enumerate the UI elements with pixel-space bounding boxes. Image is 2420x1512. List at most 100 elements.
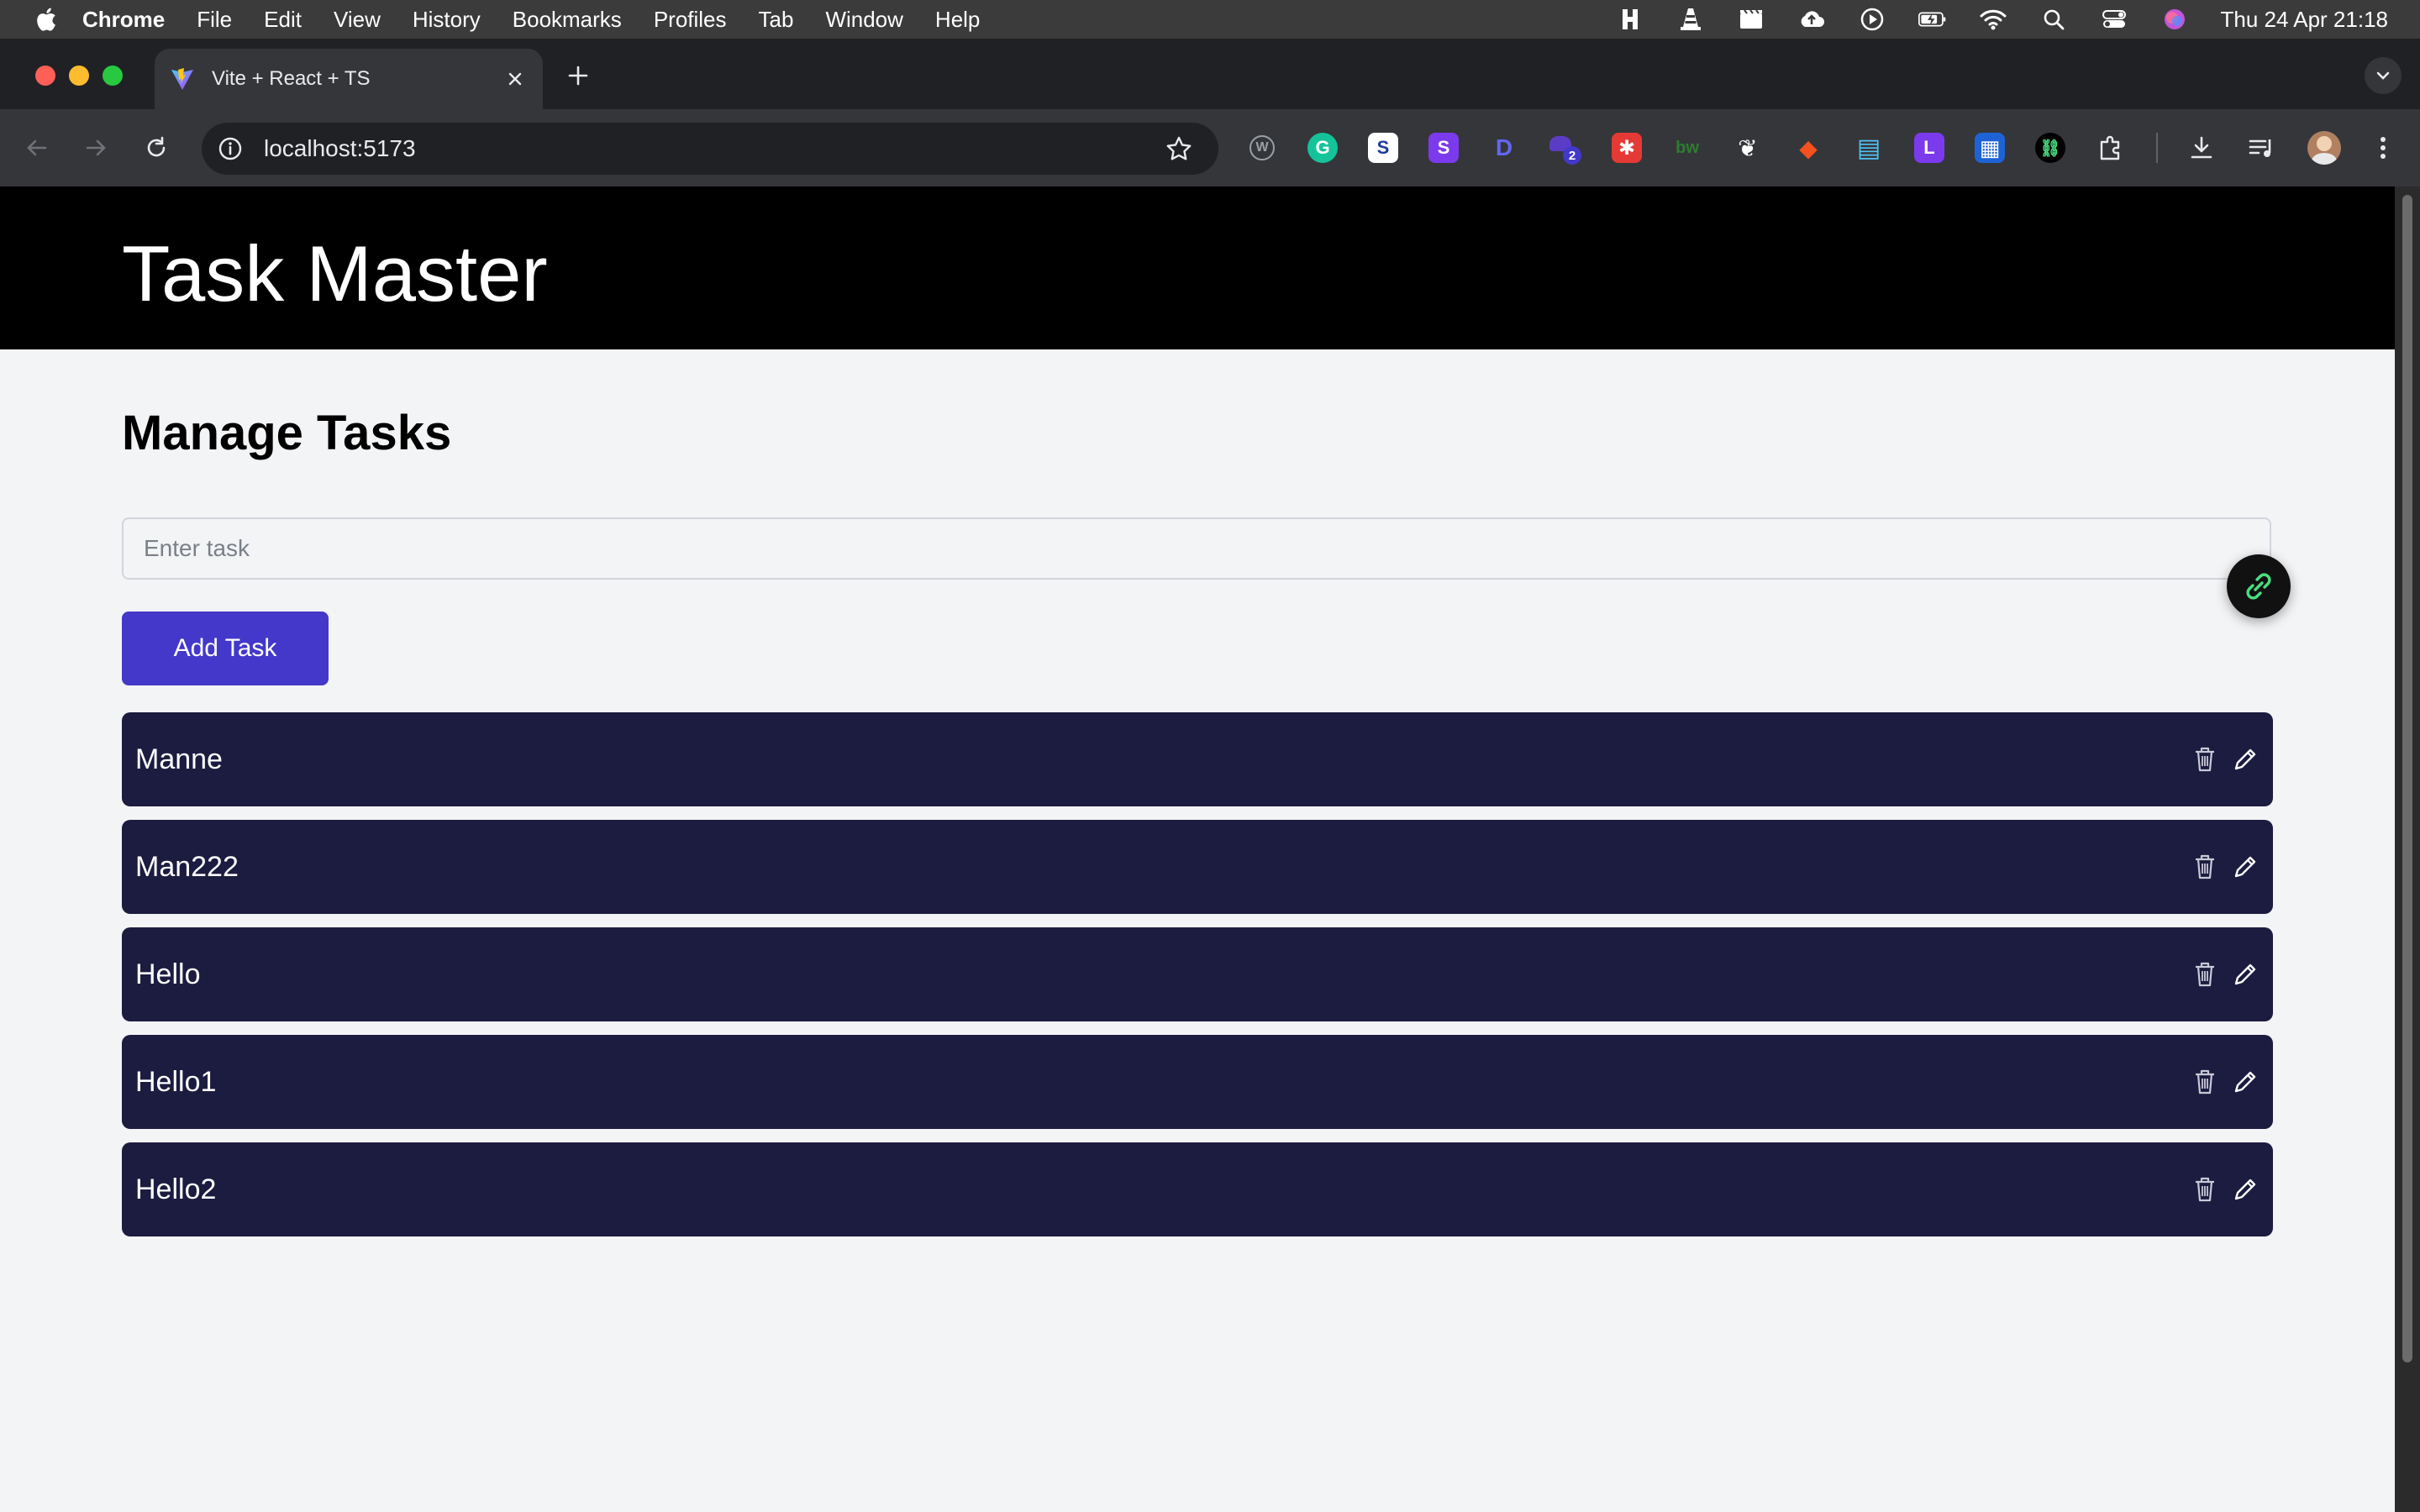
l-glyph: L: [1923, 137, 1935, 158]
window-minimize-button[interactable]: [69, 66, 89, 86]
pencil-icon[interactable]: [2231, 745, 2260, 774]
menu-help[interactable]: Help: [935, 7, 980, 33]
task-input[interactable]: [122, 517, 2271, 580]
calendar-extension-icon[interactable]: ▦: [1975, 133, 2005, 163]
siri-icon[interactable]: [2160, 7, 2189, 32]
badge-count: 2: [1563, 146, 1581, 165]
d-extension-icon[interactable]: D: [1489, 133, 1519, 163]
pencil-icon[interactable]: [2231, 1068, 2260, 1096]
orange-glyph: ◆: [1799, 134, 1818, 161]
tab-title: Vite + React + TS: [212, 67, 371, 90]
tab-close-icon[interactable]: [506, 70, 524, 88]
task-name: Manne: [135, 743, 223, 775]
spotlight-search-icon[interactable]: [2039, 7, 2068, 32]
pencil-icon[interactable]: [2231, 853, 2260, 881]
s-extension-icon[interactable]: S: [1368, 133, 1398, 163]
menu-edit[interactable]: Edit: [264, 7, 302, 33]
battery-charging-icon[interactable]: [1918, 7, 1947, 32]
window-close-button[interactable]: [35, 66, 55, 86]
macos-menubar: Chrome File Edit View History Bookmarks …: [0, 0, 2420, 39]
forward-button[interactable]: [81, 133, 111, 163]
page-heading: Manage Tasks: [122, 406, 452, 460]
trash-icon[interactable]: [2191, 1175, 2219, 1204]
task-list: Manne Man222 Hello Hello1 Hello2: [122, 712, 2273, 1250]
avatar-body: [2312, 153, 2337, 165]
task-name: Hello1: [135, 1065, 217, 1098]
trash-icon[interactable]: [2191, 853, 2219, 881]
chevron-down-icon: [2376, 71, 2390, 80]
calendar-glyph: ▦: [1979, 134, 2001, 160]
browser-tab-active[interactable]: Vite + React + TS: [155, 49, 543, 109]
s-purple-extension-icon[interactable]: S: [1428, 133, 1459, 163]
orange-extension-icon[interactable]: ◆: [1793, 133, 1823, 163]
clapper-icon[interactable]: [1737, 7, 1765, 32]
chrome-menu-icon[interactable]: [2368, 133, 2398, 163]
pencil-icon[interactable]: [2231, 960, 2260, 989]
menu-history[interactable]: History: [413, 7, 481, 33]
red-glyph: ✱: [1618, 136, 1636, 160]
task-item: Hello2: [122, 1142, 2273, 1236]
badge-extension-icon[interactable]: 2: [1549, 133, 1581, 165]
menu-tab[interactable]: Tab: [759, 7, 794, 33]
back-button[interactable]: [22, 133, 52, 163]
toolbar-divider: [2156, 133, 2158, 163]
cloud-upload-icon[interactable]: [1797, 7, 1826, 32]
link-chain-icon: [2246, 573, 2271, 600]
l-extension-icon[interactable]: L: [1914, 133, 1944, 163]
task-item: Hello1: [122, 1035, 2273, 1129]
task-name: Hello2: [135, 1173, 217, 1205]
address-bar[interactable]: localhost:5173: [202, 123, 1218, 175]
link-extension-icon[interactable]: ⛓: [2035, 133, 2065, 163]
window-zoom-button[interactable]: [103, 66, 123, 86]
menu-profiles[interactable]: Profiles: [654, 7, 727, 33]
red-extension-icon[interactable]: ✱: [1612, 133, 1642, 163]
bw-glyph: bw: [1676, 138, 1699, 157]
browser-tab-strip: Vite + React + TS: [0, 39, 2420, 109]
menu-app-name[interactable]: Chrome: [82, 7, 165, 33]
h-app-icon[interactable]: [1616, 7, 1644, 32]
bookmark-star-icon[interactable]: [1165, 134, 1193, 163]
scrollbar-thumb[interactable]: [2402, 195, 2412, 1362]
trash-icon[interactable]: [2191, 1068, 2219, 1096]
menu-view[interactable]: View: [334, 7, 381, 33]
media-controls-icon[interactable]: [2247, 133, 2277, 163]
task-name: Hello: [135, 958, 201, 990]
downloads-icon[interactable]: [2186, 133, 2217, 163]
trash-icon[interactable]: [2191, 745, 2219, 774]
site-title: Task Master: [122, 229, 548, 318]
extensions-puzzle-icon[interactable]: [2096, 133, 2126, 163]
d-glyph: D: [1495, 134, 1513, 160]
pencil-icon[interactable]: [2231, 1175, 2260, 1204]
reload-icon: [147, 136, 166, 157]
play-circle-icon[interactable]: [1858, 7, 1886, 32]
site-header: Task Master: [0, 186, 2395, 349]
vite-favicon-icon: [171, 68, 193, 90]
menubar-clock[interactable]: Thu 24 Apr 21:18: [2221, 7, 2388, 33]
wordpress-glyph: W: [1249, 135, 1275, 160]
bw-extension-icon[interactable]: bw: [1672, 133, 1702, 163]
add-task-button[interactable]: Add Task: [122, 612, 329, 685]
menu-bookmarks[interactable]: Bookmarks: [513, 7, 622, 33]
floating-link-button[interactable]: [2227, 554, 2291, 618]
menu-file[interactable]: File: [197, 7, 232, 33]
bird-extension-icon[interactable]: ❦: [1733, 133, 1763, 163]
profile-avatar[interactable]: [2307, 131, 2341, 165]
address-url[interactable]: localhost:5173: [264, 135, 1165, 162]
wordpress-icon[interactable]: W: [1247, 133, 1277, 163]
menu-window[interactable]: Window: [825, 7, 902, 33]
site-info-icon[interactable]: [217, 135, 244, 162]
page-scrollbar[interactable]: [2395, 186, 2420, 1512]
tab-search-button[interactable]: [2365, 57, 2402, 94]
bird-glyph: ❦: [1738, 134, 1758, 161]
book-extension-icon[interactable]: ▤: [1854, 133, 1884, 163]
control-center-icon[interactable]: [2100, 7, 2128, 32]
trash-icon[interactable]: [2191, 960, 2219, 989]
grammarly-icon[interactable]: G: [1307, 133, 1338, 163]
wifi-icon[interactable]: [1979, 7, 2007, 32]
new-tab-icon[interactable]: [566, 64, 590, 87]
page-viewport: Task Master Manage Tasks Add Task Manne …: [0, 186, 2395, 1512]
vlc-cone-icon[interactable]: [1676, 7, 1705, 32]
arrow-left-icon: [27, 139, 47, 156]
apple-logo-icon[interactable]: [34, 6, 57, 33]
reload-button[interactable]: [141, 133, 171, 163]
